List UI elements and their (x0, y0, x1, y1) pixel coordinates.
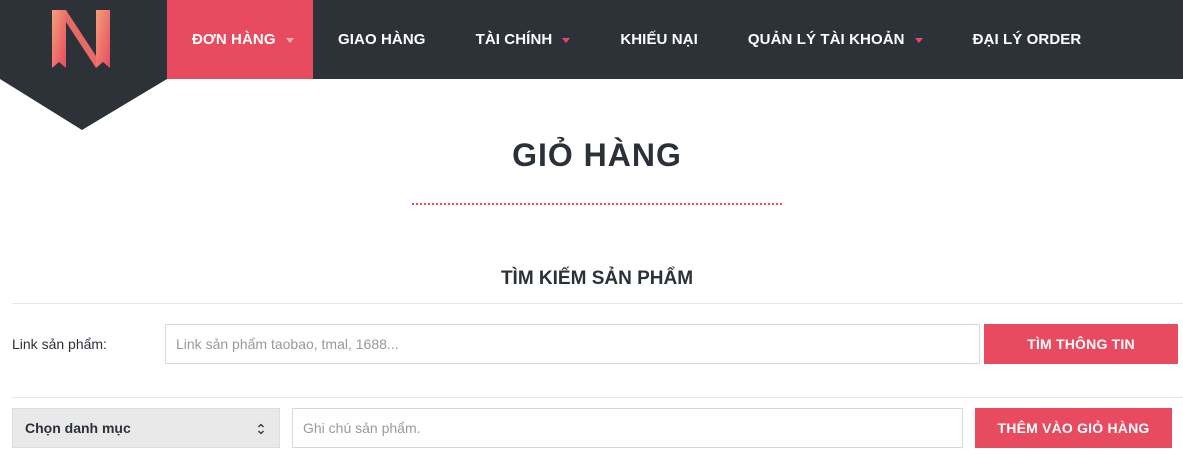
nav-item-label: GIAO HÀNG (338, 31, 426, 48)
product-note-input[interactable] (303, 409, 952, 447)
product-link-field (165, 324, 980, 364)
top-navbar: ĐƠN HÀNG GIAO HÀNG TÀI CHÍNH KHIẾU NẠI Q… (0, 0, 1183, 130)
caret-down-icon (562, 38, 571, 43)
nav-item-complaints[interactable]: KHIẾU NẠI (620, 0, 698, 79)
nav-item-label: QUẢN LÝ TÀI KHOẢN (747, 31, 905, 48)
caret-down-icon (285, 38, 294, 43)
updown-chevron-icon (258, 423, 264, 435)
find-info-button[interactable]: TÌM THÔNG TIN (984, 324, 1178, 364)
nav-item-label: ĐƠN HÀNG (192, 31, 276, 48)
divider (12, 397, 1183, 398)
logo[interactable] (0, 0, 167, 130)
main-nav: ĐƠN HÀNG GIAO HÀNG TÀI CHÍNH KHIẾU NẠI Q… (167, 0, 1081, 79)
add-to-cart-button[interactable]: THÊM VÀO GIỎ HÀNG (975, 408, 1172, 448)
nav-item-finance[interactable]: TÀI CHÍNH (476, 0, 571, 79)
category-select-value: Chọn danh mục (25, 420, 131, 436)
nav-item-shipping[interactable]: GIAO HÀNG (338, 0, 426, 79)
product-link-label: Link sản phẩm: (12, 336, 107, 352)
nav-item-label: TÀI CHÍNH (475, 31, 553, 48)
divider (12, 303, 1183, 304)
nav-item-orders[interactable]: ĐƠN HÀNG (167, 0, 313, 79)
nav-item-label: ĐẠI LÝ ORDER (972, 31, 1082, 48)
caret-down-icon (914, 38, 923, 43)
product-link-input[interactable] (176, 325, 969, 363)
nav-item-account[interactable]: QUẢN LÝ TÀI KHOẢN (748, 0, 923, 79)
page-title: GIỎ HÀNG (512, 137, 682, 173)
search-section-title: TÌM KIẾM SẢN PHẨM (500, 268, 694, 289)
nav-item-label: KHIẾU NẠI (620, 31, 698, 48)
title-divider (412, 203, 782, 205)
nav-item-agent-order[interactable]: ĐẠI LÝ ORDER (973, 0, 1082, 79)
n-logo-icon (0, 0, 167, 130)
product-note-field (292, 408, 963, 448)
category-select[interactable]: Chọn danh mục (12, 408, 280, 448)
